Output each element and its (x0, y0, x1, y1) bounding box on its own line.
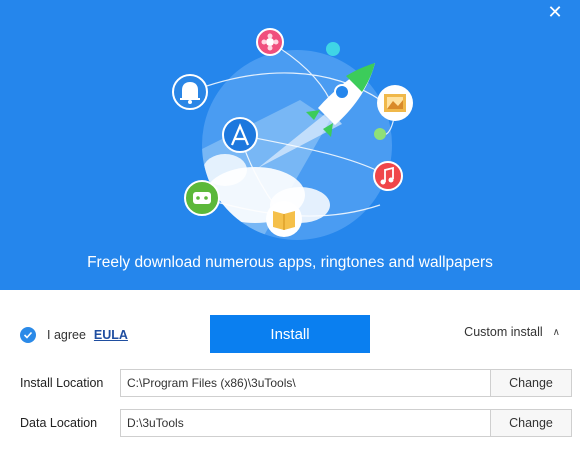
custom-install-toggle[interactable]: Custom install ∧ (464, 325, 560, 339)
install-location-change-button[interactable]: Change (490, 370, 571, 396)
data-location-change-button[interactable]: Change (490, 410, 571, 436)
data-location-label: Data Location (20, 416, 98, 430)
app-store-icon (222, 117, 258, 153)
close-button[interactable]: ✕ (544, 3, 566, 23)
install-location-input[interactable] (121, 370, 490, 396)
data-location-input[interactable] (121, 410, 490, 436)
data-location-row: Data Location Change (20, 409, 572, 437)
data-location-box: Change (120, 409, 572, 437)
chevron-up-icon: ∧ (552, 326, 560, 338)
bell-icon (172, 74, 208, 110)
custom-install-label: Custom install (464, 325, 543, 339)
agree-checkbox[interactable] (20, 327, 36, 343)
hero-illustration (172, 28, 413, 240)
hero-tagline: Freely download numerous apps, ringtones… (87, 254, 493, 271)
install-location-box: Change (120, 369, 572, 397)
agree-label: I agree (47, 328, 86, 342)
checkmark-icon (23, 331, 33, 339)
book-icon (266, 201, 302, 237)
music-icon (373, 161, 403, 191)
install-location-label: Install Location (20, 376, 104, 390)
flower-app-icon (256, 28, 284, 56)
eula-agree-row: I agree EULA (20, 325, 128, 345)
robot-icon (184, 180, 220, 216)
eula-link[interactable]: EULA (94, 328, 128, 342)
install-button[interactable]: Install (210, 315, 370, 353)
install-location-row: Install Location Change (20, 369, 572, 397)
hero-banner: ✕ Freely download numerous apps, rington… (0, 0, 580, 290)
photo-icon (377, 85, 413, 121)
